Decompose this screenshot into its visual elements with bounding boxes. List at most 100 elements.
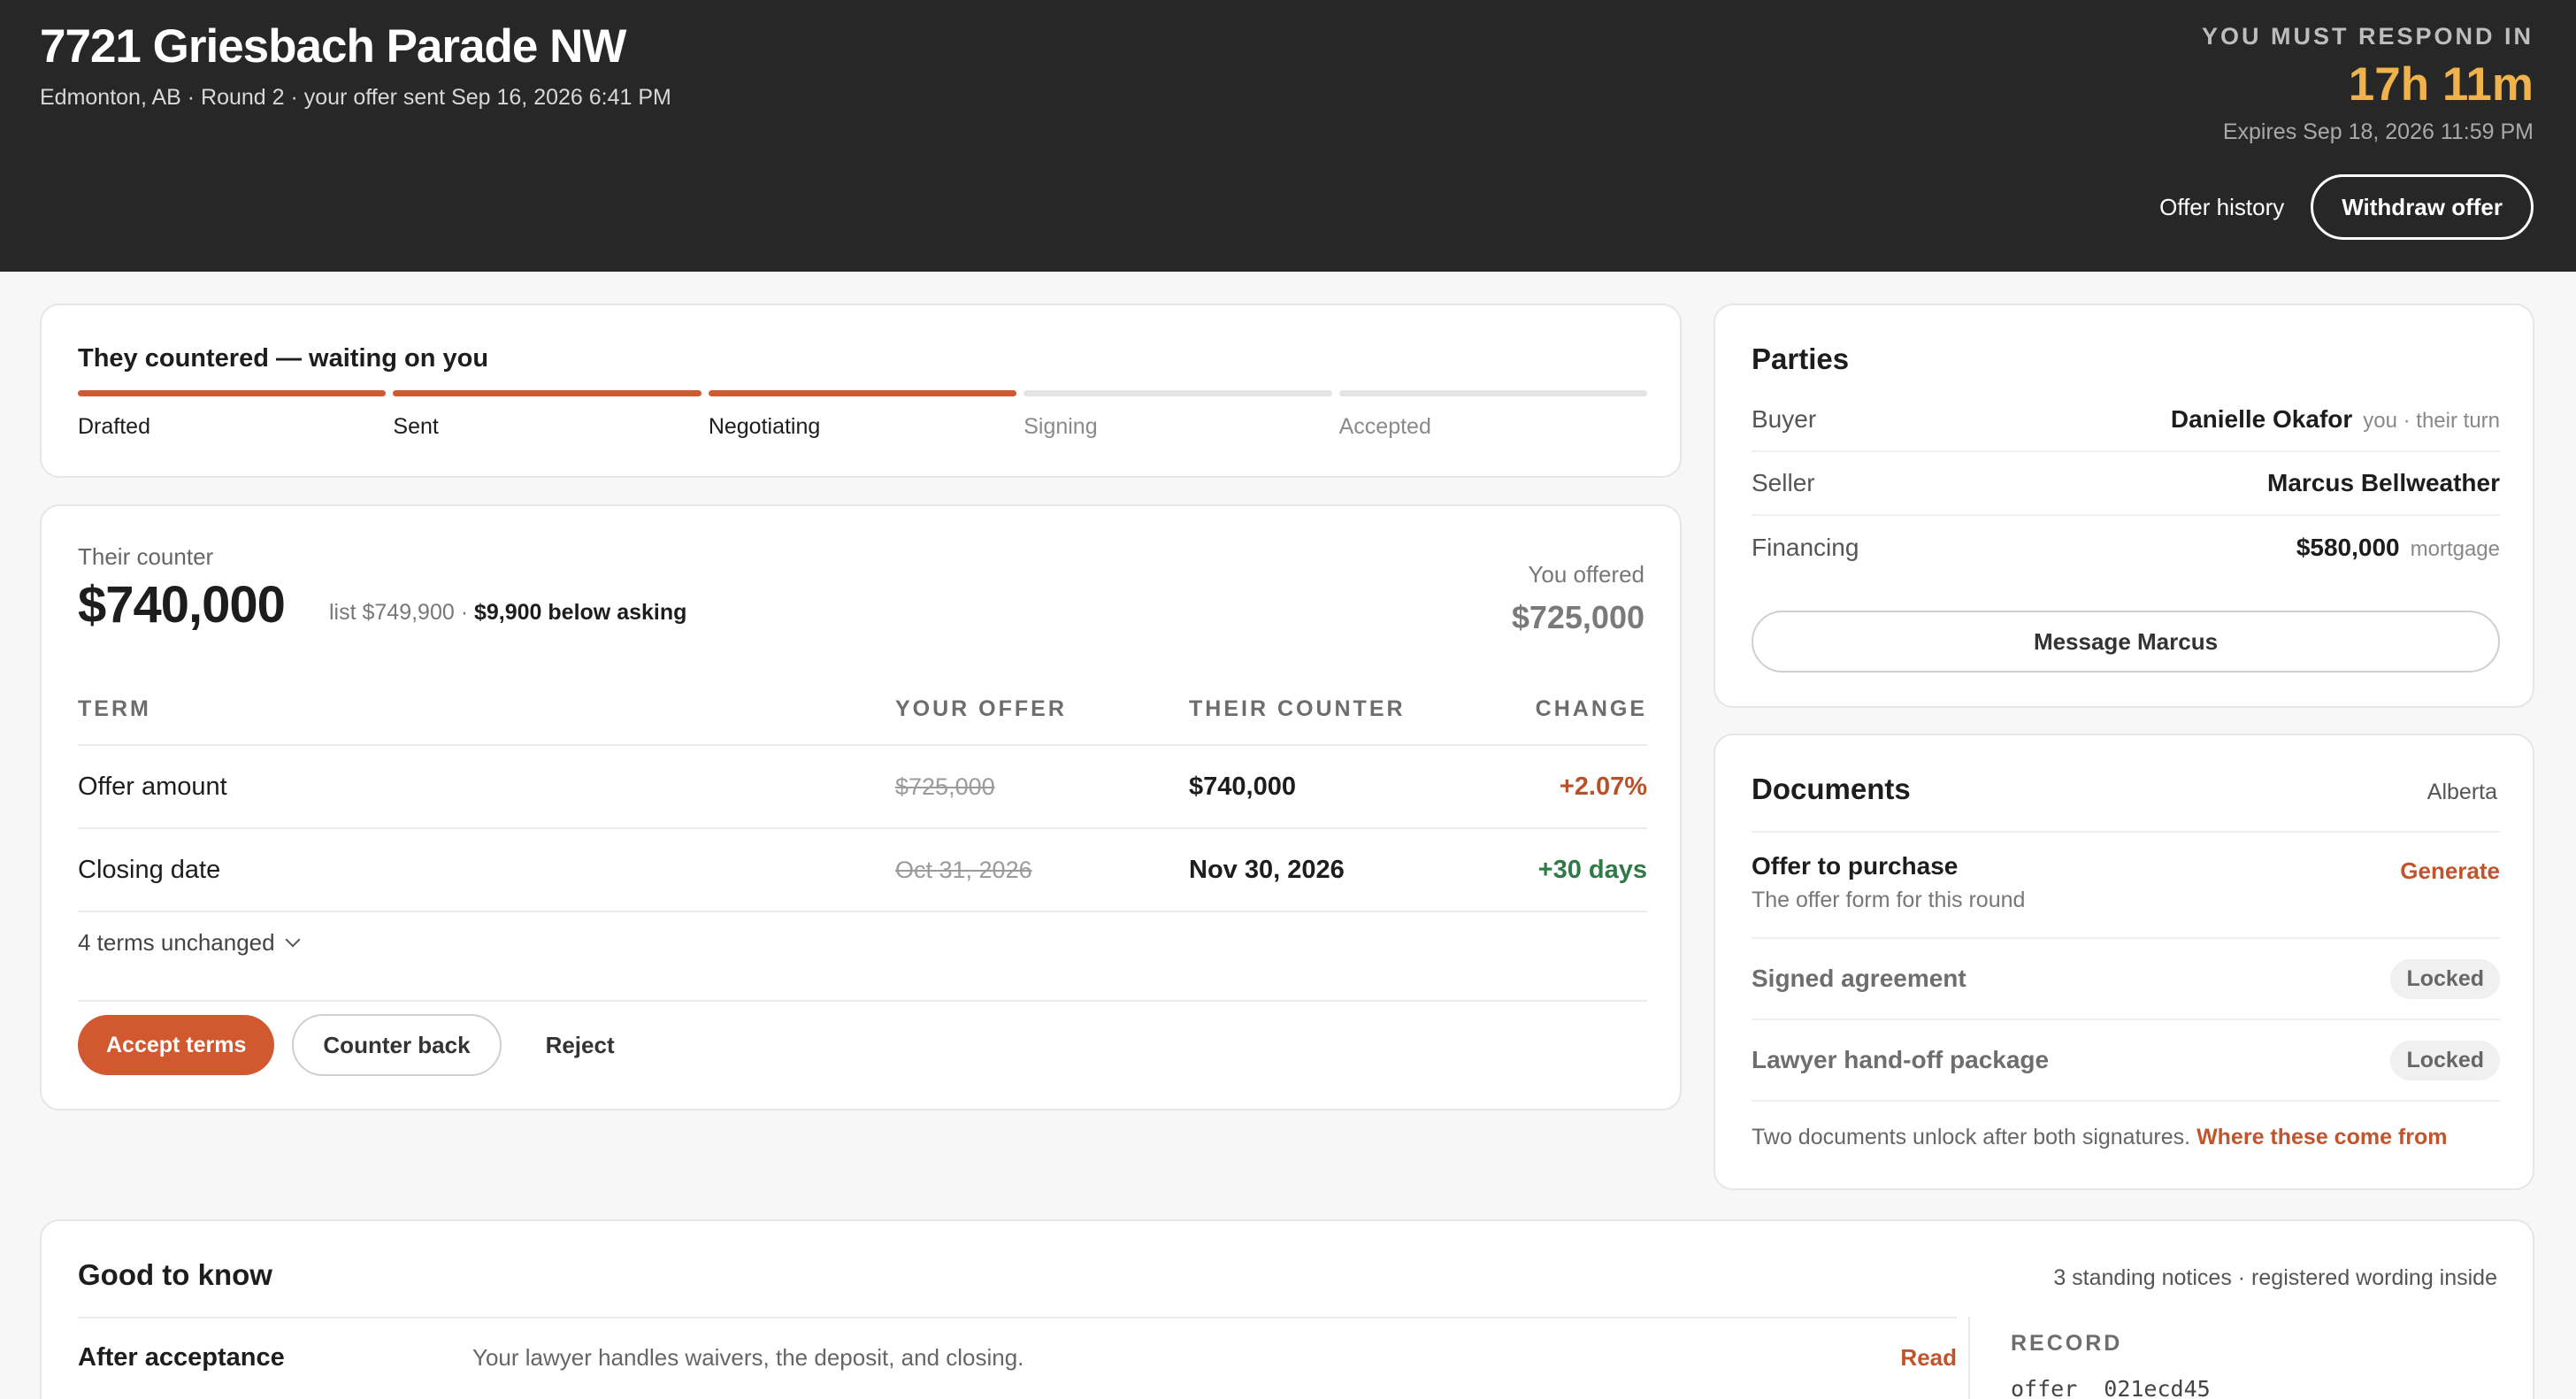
step-bar (393, 390, 702, 396)
doc-row-lawyer: Lawyer hand-off package Locked (1752, 1020, 2500, 1102)
your-value-text: $725,000 (895, 773, 995, 800)
you-offered-label: You offered (1528, 561, 1644, 588)
step-signing: Signing (1024, 390, 1332, 440)
your-value: Oct 31, 2026 (895, 828, 1189, 912)
unchanged-terms-toggle[interactable]: 4 terms unchanged (78, 913, 1647, 1002)
step-label: Signing (1024, 414, 1098, 439)
party-value-group: Marcus Bellweather (2267, 469, 2500, 497)
reject-button[interactable]: Reject (519, 1032, 641, 1059)
respond-label: YOU MUST RESPOND IN (2201, 23, 2534, 50)
step-bar (708, 390, 1017, 396)
chevron-down-icon (285, 932, 301, 948)
list-price-note: list $749,900 · $9,900 below asking (329, 600, 686, 626)
party-meta: mortgage (2410, 537, 2500, 561)
party-row-financing: Financing $580,000 mortgage (1752, 516, 2500, 580)
good-to-know-card: Good to know 3 standing notices · regist… (40, 1219, 2534, 1399)
documents-title: Documents (1752, 773, 1911, 805)
terms-table: TERM YOUR OFFER THEIR COUNTER CHANGE Off… (78, 674, 1647, 912)
party-key: Financing (1752, 534, 1859, 561)
party-key: Seller (1752, 469, 1815, 496)
your-value-text: Oct 31, 2026 (895, 856, 1032, 883)
party-value-group: $580,000 mortgage (2296, 534, 2500, 562)
party-meta: you · their turn (2363, 409, 2500, 433)
status-progress-card: They countered — waiting on you Drafted … (40, 304, 1682, 478)
withdraw-offer-button[interactable]: Withdraw offer (2311, 174, 2534, 240)
doc-title: Lawyer hand-off package (1752, 1046, 2050, 1073)
documents-note: Two documents unlock after both signatur… (1752, 1125, 2447, 1150)
party-row-seller: Seller Marcus Bellweather (1752, 452, 2500, 516)
counter-offer-card: Their counter $740,000 list $749,900 · $… (40, 504, 1682, 1111)
your-value: $725,000 (895, 745, 1189, 829)
read-link[interactable]: Read (1900, 1344, 1957, 1372)
their-value: Nov 30, 2026 (1189, 828, 1513, 912)
page-header: 7721 Griesbach Parade NW Edmonton, AB · … (0, 0, 2576, 272)
you-offered-value: $725,000 (1511, 599, 1644, 635)
their-value: $740,000 (1189, 745, 1513, 829)
counter-back-button[interactable]: Counter back (292, 1014, 502, 1076)
property-title: 7721 Griesbach Parade NW (40, 20, 626, 73)
record-key: offer (2011, 1376, 2078, 1399)
doc-row-signed: Signed agreement Locked (1752, 939, 2500, 1020)
record-value: 021ecd45 (2104, 1376, 2211, 1399)
counter-actions: Accept terms Counter back Reject (78, 1014, 641, 1076)
step-bar (1024, 390, 1332, 396)
party-row-buyer: Buyer Danielle Okafor you · their turn (1752, 388, 2500, 452)
notice-description: Your lawyer handles waivers, the deposit… (472, 1343, 1024, 1371)
progress-steps: Drafted Sent Negotiating Signing Accepte… (78, 390, 1648, 440)
col-your-offer: YOUR OFFER (895, 674, 1189, 746)
party-value-group: Danielle Okafor you · their turn (2171, 405, 2500, 434)
change-value: +2.07% (1513, 745, 1647, 829)
record-line: offer 021ecd45 (2011, 1376, 2501, 1399)
message-seller-button[interactable]: Message Marcus (1752, 611, 2500, 673)
unchanged-terms-label: 4 terms unchanged (78, 929, 275, 956)
change-value: +30 days (1513, 828, 1647, 912)
property-subtitle: Edmonton, AB · Round 2 · your offer sent… (40, 85, 671, 110)
step-sent: Sent (393, 390, 702, 440)
col-change: CHANGE (1513, 674, 1647, 746)
step-accepted: Accepted (1338, 390, 1648, 440)
accept-terms-button[interactable]: Accept terms (78, 1015, 275, 1075)
term-name: Closing date (78, 828, 895, 912)
step-label: Accepted (1338, 414, 1431, 439)
doc-subtitle: The offer form for this round (1752, 888, 2026, 912)
party-value: Danielle Okafor (2170, 405, 2353, 433)
step-label: Negotiating (708, 414, 821, 439)
party-key: Buyer (1752, 405, 1817, 433)
table-row: Closing date Oct 31, 2026 Nov 30, 2026 +… (78, 828, 1647, 912)
you-offered-block: You offered $725,000 (1512, 561, 1644, 636)
step-label: Sent (393, 414, 439, 439)
parties-card: Parties Buyer Danielle Okafor you · their… (1714, 304, 2534, 708)
doc-row-offer: Offer to purchase The offer form for thi… (1752, 831, 2500, 939)
step-negotiating: Negotiating (708, 390, 1017, 440)
status-title: They countered — waiting on you (78, 344, 489, 373)
documents-note-text: Two documents unlock after both signatur… (1752, 1125, 2197, 1149)
documents-region: Alberta (2426, 780, 2497, 804)
record-title: RECORD (2011, 1331, 2123, 1356)
countdown-timer: 17h 11m (2348, 58, 2534, 111)
header-actions: Offer history Withdraw offer (2159, 174, 2534, 240)
parties-title: Parties (1752, 342, 1850, 375)
their-counter-label: Their counter (78, 543, 214, 570)
step-bar (1338, 390, 1648, 396)
doc-title: Signed agreement (1752, 965, 1966, 992)
col-term: TERM (78, 674, 895, 746)
step-label: Drafted (78, 414, 150, 439)
counter-price: $740,000 (78, 576, 286, 634)
generate-link[interactable]: Generate (2400, 857, 2500, 885)
expiry-text: Expires Sep 18, 2026 11:59 PM (2222, 119, 2534, 145)
locked-badge: Locked (2390, 1040, 2500, 1080)
terms-header-row: TERM YOUR OFFER THEIR COUNTER CHANGE (78, 674, 1647, 746)
notice-title: After acceptance (78, 1342, 285, 1372)
notices-meta: 3 standing notices · registered wording … (2053, 1265, 2497, 1290)
good-to-know-title: Good to know (78, 1258, 272, 1291)
offer-history-link[interactable]: Offer history (2159, 194, 2284, 221)
step-bar (78, 390, 387, 396)
col-their-counter: THEIR COUNTER (1189, 674, 1513, 746)
step-drafted: Drafted (78, 390, 387, 440)
notice-row: After acceptance Your lawyer handles wai… (78, 1317, 1957, 1396)
term-name: Offer amount (78, 745, 895, 829)
list-price: list $749,900 · (329, 600, 474, 625)
where-from-link[interactable]: Where these come from (2196, 1125, 2447, 1149)
table-row: Offer amount $725,000 $740,000 +2.07% (78, 745, 1647, 829)
record-panel: RECORD offer 021ecd45 (1968, 1317, 2501, 1399)
